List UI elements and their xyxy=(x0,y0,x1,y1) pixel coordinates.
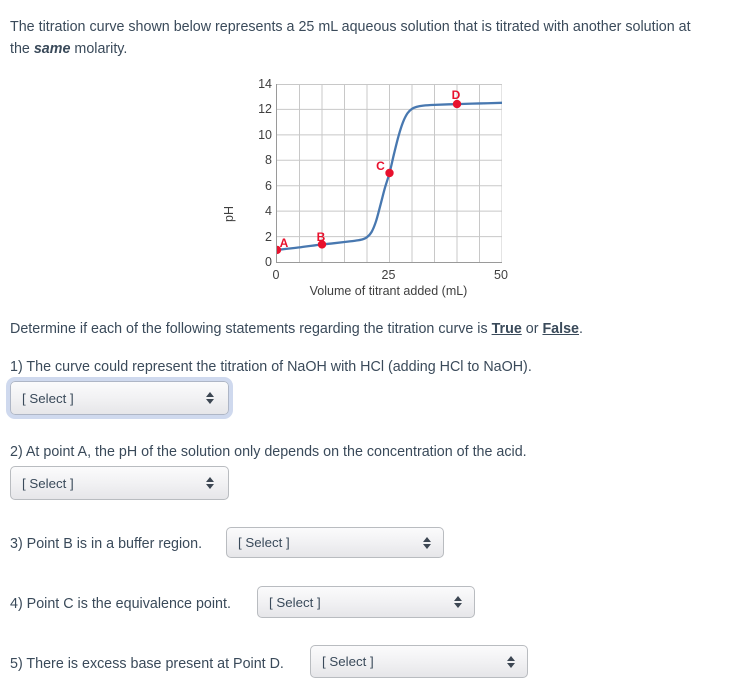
select-updown-arrows-icon-question-4[interactable] xyxy=(454,596,462,608)
question-1: 1) The curve could represent the titrati… xyxy=(10,359,532,375)
determine-middle: or xyxy=(521,321,543,337)
chart-y-axis-ticks: 0 2 4 6 8 10 12 14 xyxy=(242,76,272,269)
question-5: 5) There is excess base present at Point… xyxy=(10,656,284,672)
chart-y-axis-label: pH xyxy=(222,206,236,222)
determine-true: True xyxy=(491,321,522,337)
chart-x-tick-label: 50 xyxy=(494,268,508,282)
chart-x-tick-label: 25 xyxy=(381,268,396,282)
intro-text-part2: molarity. xyxy=(70,41,128,57)
select-dropdown-question-2[interactable]: [ Select ] xyxy=(10,466,229,500)
chart-point-label-a: A xyxy=(279,235,289,250)
select-dropdown-question-5[interactable]: [ Select ] xyxy=(310,645,528,678)
select-updown-arrows-icon-question-3[interactable] xyxy=(423,536,431,549)
titration-curve-chart: pH 0 2 4 6 8 10 12 14 0 25 50 Volume of titrant a… xyxy=(222,76,518,304)
chart-x-axis-label: Volume of titrant added (mL) xyxy=(309,284,468,298)
select-value-question-2: [ Select ] xyxy=(22,475,74,491)
chart-y-tick-label: 14 xyxy=(258,77,272,91)
chart-plot-area xyxy=(276,84,502,263)
question-1-text: 1) The curve could represent the titrati… xyxy=(10,359,532,375)
question-5-text: 5) There is excess base present at Point… xyxy=(10,656,284,672)
chart-y-tick-label: 10 xyxy=(258,127,272,142)
chart-y-tick-label: 8 xyxy=(265,153,272,168)
intro-paragraph: The titration curve shown below represen… xyxy=(10,16,710,60)
select-dropdown-question-4[interactable]: [ Select ] xyxy=(257,586,475,618)
select-value-question-1: [ Select ] xyxy=(22,390,74,406)
select-updown-arrows-icon-question-2[interactable] xyxy=(206,477,214,489)
select-dropdown-question-1[interactable]: [ Select ] xyxy=(6,377,233,419)
determine-instruction: Determine if each of the following state… xyxy=(10,321,583,337)
question-4-text: 4) Point C is the equivalence point. xyxy=(10,596,231,612)
chart-y-tick-label: 6 xyxy=(265,178,272,193)
question-3-text: 3) Point B is in a buffer region. xyxy=(10,536,203,552)
select-updown-arrows-icon-question-1[interactable] xyxy=(206,392,214,404)
chart-y-tick-label: 4 xyxy=(265,204,272,219)
chart-point-label-b: B xyxy=(316,230,326,245)
chart-y-tick-label: 0 xyxy=(265,255,272,269)
chart-point-label-c: C xyxy=(376,159,385,173)
select-dropdown-question-3[interactable]: [ Select ] xyxy=(226,527,444,558)
chart-x-tick-label: 0 xyxy=(272,268,280,282)
select-value-question-3: [ Select ] xyxy=(238,535,290,550)
chart-y-tick-label: 12 xyxy=(258,102,272,117)
question-4: 4) Point C is the equivalence point. xyxy=(10,596,231,612)
chart-y-tick-label: 2 xyxy=(265,229,272,244)
chart-point-label-d: D xyxy=(451,88,461,103)
select-updown-arrows-icon-question-5[interactable] xyxy=(507,655,515,668)
question-2-text: 2) At point A, the pH of the solution on… xyxy=(10,444,527,460)
select-value-question-4: [ Select ] xyxy=(269,594,321,610)
question-2: 2) At point A, the pH of the solution on… xyxy=(10,444,527,460)
determine-false: False xyxy=(542,321,580,337)
intro-emphasis-same: same xyxy=(33,41,71,57)
determine-before: Determine if each of the following state… xyxy=(10,321,492,337)
select-value-question-5: [ Select ] xyxy=(322,654,374,669)
determine-after: . xyxy=(579,321,583,337)
question-3: 3) Point B is in a buffer region. xyxy=(10,536,202,552)
